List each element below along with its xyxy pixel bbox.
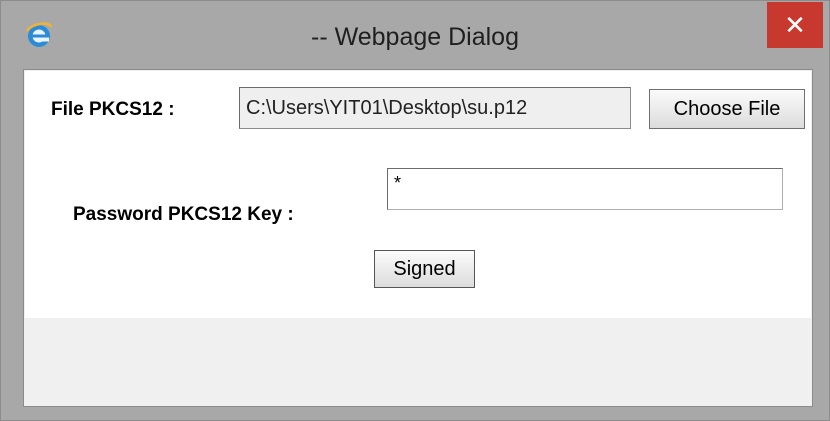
file-path-field[interactable]: C:\Users\YIT01\Desktop\su.p12	[239, 87, 631, 129]
file-pkcs12-label: File PKCS12 :	[51, 99, 175, 120]
close-icon: ✕	[784, 10, 806, 40]
close-button[interactable]: ✕	[767, 2, 823, 48]
dialog-title: -- Webpage Dialog	[311, 23, 519, 51]
webpage-dialog-window: -- Webpage Dialog ✕ File PKCS12 : C:\Use…	[0, 0, 830, 421]
signed-button[interactable]: Signed	[374, 250, 475, 288]
title-bar[interactable]: -- Webpage Dialog ✕	[1, 1, 829, 69]
password-input[interactable]: *	[387, 168, 783, 210]
dialog-client-area: File PKCS12 : C:\Users\YIT01\Desktop\su.…	[23, 69, 813, 407]
choose-file-button[interactable]: Choose File	[649, 89, 805, 129]
password-pkcs12-label: Password PKCS12 Key :	[73, 204, 294, 225]
form-panel: File PKCS12 : C:\Users\YIT01\Desktop\su.…	[25, 71, 811, 318]
